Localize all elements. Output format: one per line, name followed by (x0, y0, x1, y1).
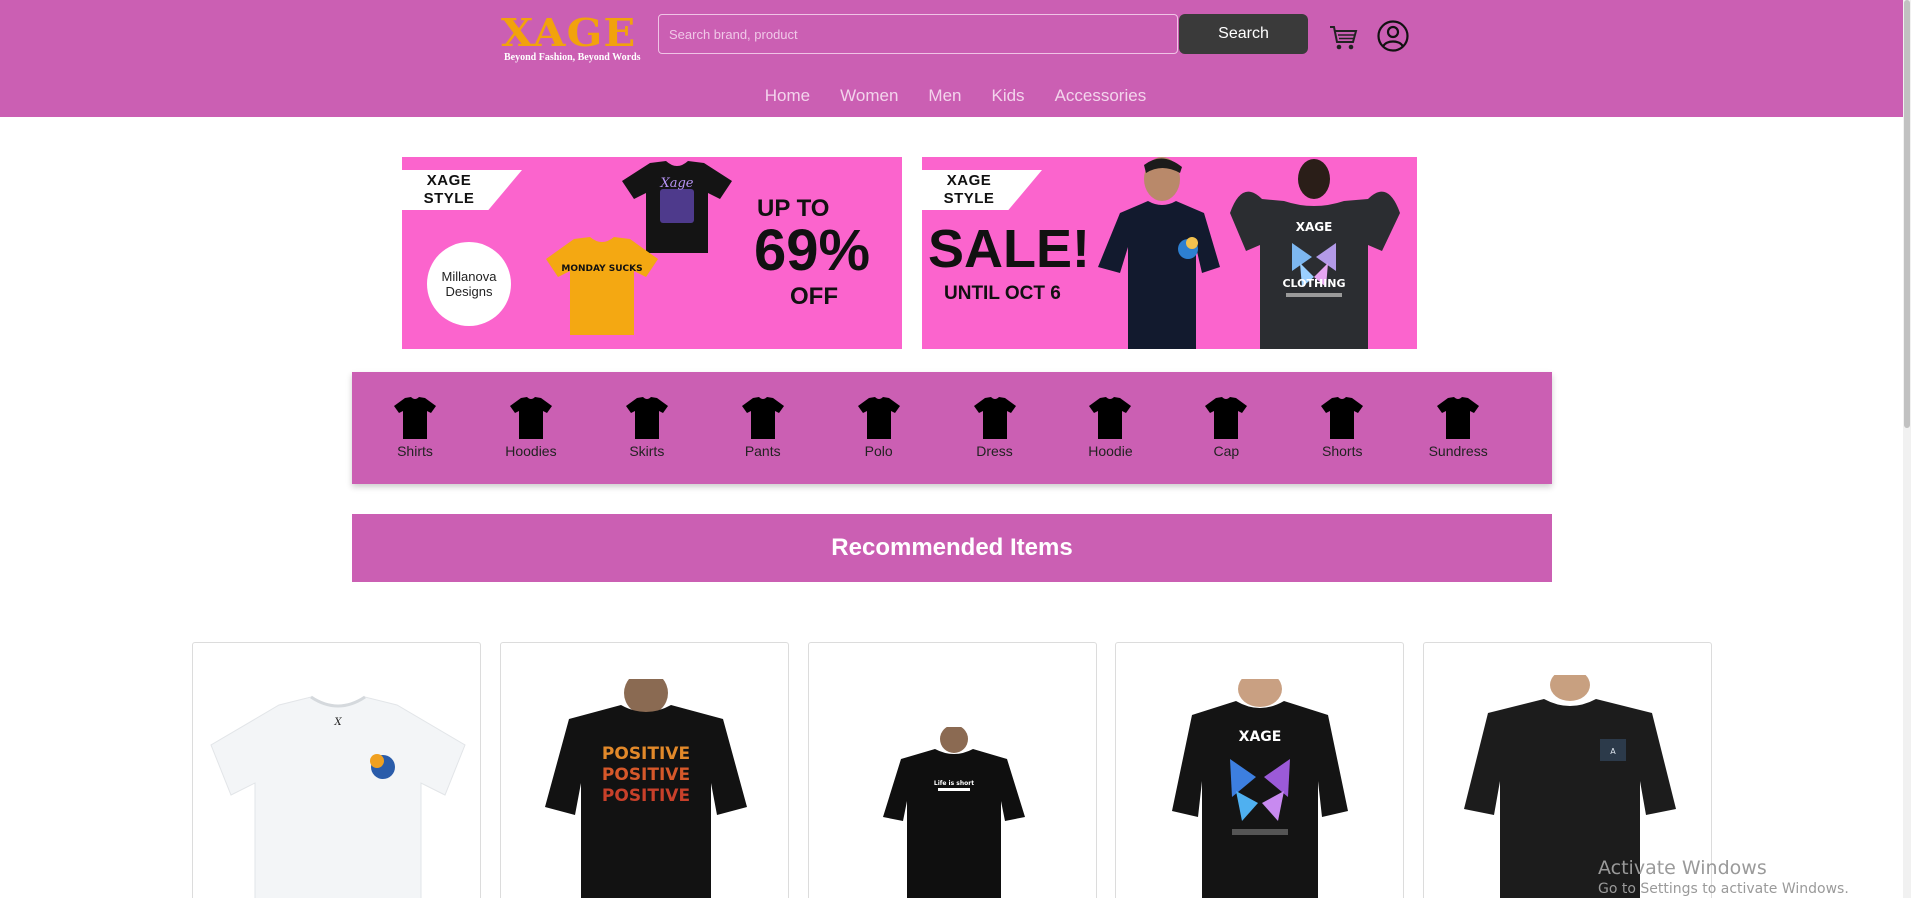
banner-tag: XAGE STYLE (934, 172, 1004, 208)
category-label: Hoodie (1088, 443, 1133, 459)
logo[interactable]: XAGE Beyond Fashion, Beyond Words (501, 14, 653, 64)
windows-activation-watermark: Activate Windows Go to Settings to activ… (1598, 857, 1849, 897)
search-input[interactable] (658, 14, 1178, 54)
category-label: Sundress (1428, 443, 1488, 459)
shirt-print-text: Xage (659, 176, 693, 191)
nav-home[interactable]: Home (765, 86, 810, 108)
tshirt-icon (1205, 397, 1248, 439)
user-icon[interactable] (1377, 20, 1409, 52)
cart-icon[interactable] (1328, 24, 1358, 52)
product-card[interactable]: Life is short (808, 642, 1097, 898)
category-shorts[interactable]: Shorts (1320, 372, 1436, 484)
product-image-white-tee: X (210, 695, 466, 898)
category-label: Shirts (397, 443, 433, 459)
promo-banner-sale[interactable]: XAGE STYLE SALE! UNTIL OCT 6 XAGE CLOTHI… (922, 157, 1417, 349)
tshirt-icon (1437, 397, 1480, 439)
main-nav: Home Women Men Kids Accessories (0, 86, 1903, 108)
nav-men[interactable]: Men (928, 86, 961, 108)
banner-percent: 69% (754, 218, 871, 283)
product-card[interactable]: POSITIVE POSITIVE POSITIVE (500, 642, 789, 898)
product-image-positive-tee: POSITIVE POSITIVE POSITIVE (545, 679, 747, 898)
product-card[interactable]: X (192, 642, 481, 898)
search-button[interactable]: Search (1179, 14, 1308, 54)
category-label: Shorts (1322, 443, 1363, 459)
product-card[interactable]: XAGE (1115, 642, 1404, 898)
tee-logo-mark: X (333, 717, 342, 728)
model-front-image (1098, 157, 1220, 349)
tshirt-icon (625, 397, 668, 439)
category-cap[interactable]: Cap (1204, 372, 1320, 484)
category-label: Cap (1213, 443, 1240, 459)
banner-tag-line1: XAGE (426, 172, 472, 189)
yellow-shirt-print: MONDAY SUCKS (561, 264, 642, 274)
xage-print: XAGE (1239, 729, 1282, 745)
logo-text: XAGE (501, 10, 637, 55)
category-shirts[interactable]: Shirts (393, 372, 509, 484)
tshirt-icon (1321, 397, 1364, 439)
banner-tag-line2: STYLE (943, 190, 995, 207)
nav-accessories[interactable]: Accessories (1055, 86, 1147, 108)
positive-print-3: POSITIVE (602, 786, 690, 806)
category-label: Dress (976, 443, 1013, 459)
category-label: Hoodies (505, 443, 557, 459)
banner-until: UNTIL OCT 6 (944, 283, 1061, 304)
promo-banner-discount[interactable]: XAGE STYLE Millanova Designs Xage MONDAY… (402, 157, 902, 349)
product-image-life-tee: Life is short (883, 727, 1025, 898)
banner-off: OFF (790, 283, 838, 310)
pocket-print: A (1610, 747, 1616, 756)
category-polo[interactable]: Polo (857, 372, 973, 484)
category-dress[interactable]: Dress (973, 372, 1089, 484)
recommended-header: Recommended Items (352, 514, 1552, 582)
banner-tag-line1: XAGE (946, 172, 992, 189)
positive-print-1: POSITIVE (602, 744, 690, 764)
scrollbar-thumb[interactable] (1904, 0, 1910, 428)
category-hoodies[interactable]: Hoodies (505, 372, 625, 484)
nav-kids[interactable]: Kids (991, 86, 1024, 108)
recommended-title: Recommended Items (831, 534, 1073, 561)
category-pants[interactable]: Pants (741, 372, 857, 484)
yellow-tshirt-image: MONDAY SUCKS (546, 237, 658, 335)
banner-tag-line2: STYLE (423, 190, 475, 207)
watermark-line2: Go to Settings to activate Windows. (1598, 881, 1849, 897)
positive-print-2: POSITIVE (602, 765, 690, 785)
tshirt-icon (857, 397, 900, 439)
category-strip: Shirts Hoodies Skirts Pants Polo Dress H… (352, 372, 1552, 484)
tshirt-icon (973, 397, 1016, 439)
product-image-butterfly-tee: XAGE (1172, 679, 1348, 898)
category-skirts[interactable]: Skirts (625, 372, 741, 484)
tshirt-icon (394, 397, 436, 439)
category-sundress[interactable]: Sundress (1428, 372, 1552, 484)
back-print-bottom: CLOTHING (1282, 277, 1345, 290)
back-print-top: XAGE (1296, 220, 1333, 234)
tshirt-icon (741, 397, 784, 439)
header: XAGE Beyond Fashion, Beyond Words Search… (0, 0, 1903, 117)
designer-badge: Millanova Designs (427, 242, 511, 326)
category-hoodie[interactable]: Hoodie (1088, 372, 1204, 484)
banner-sale: SALE! (928, 219, 1090, 279)
tshirt-icon (1089, 397, 1132, 439)
category-label: Polo (864, 443, 893, 459)
nav-women[interactable]: Women (840, 86, 898, 108)
life-print: Life is short (934, 780, 974, 787)
category-label: Skirts (629, 443, 665, 459)
category-label: Pants (744, 443, 781, 459)
watermark-line1: Activate Windows (1598, 857, 1767, 879)
banner-tag: XAGE STYLE (414, 172, 484, 208)
tshirt-icon (509, 397, 552, 439)
model-back-image: XAGE CLOTHING (1230, 159, 1400, 349)
